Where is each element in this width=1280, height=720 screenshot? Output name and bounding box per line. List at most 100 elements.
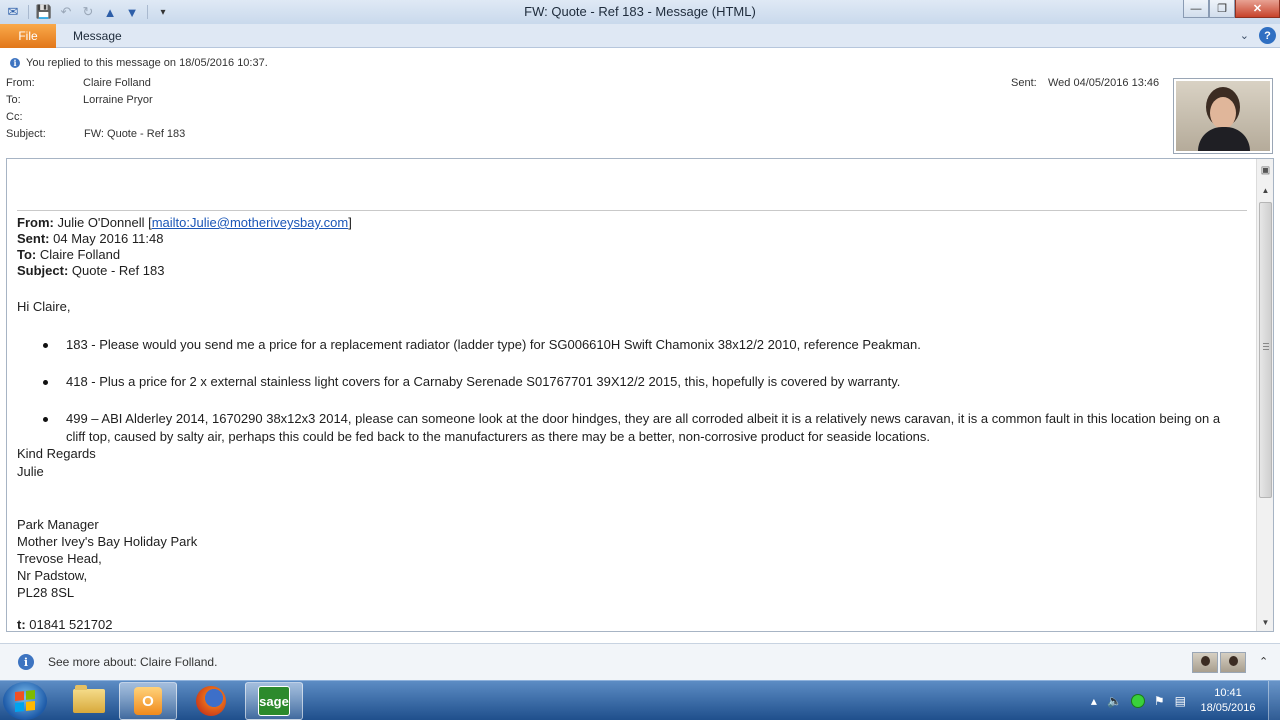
firefox-icon — [196, 686, 226, 716]
people-thumbnails — [1192, 652, 1246, 673]
taskbar-explorer[interactable] — [60, 682, 118, 720]
to-row: To: Lorraine Pryor — [6, 94, 153, 106]
expand-ribbon-icon[interactable]: ⌄ — [1240, 29, 1249, 42]
fwd-subject-label: Subject: — [17, 263, 69, 278]
fwd-from-close: ] — [348, 215, 352, 230]
tab-message[interactable]: Message — [73, 29, 122, 43]
customize-icon[interactable]: ▾ — [153, 2, 173, 22]
sage-icon: sage — [258, 686, 290, 716]
closing: Kind Regards Julie — [17, 445, 96, 481]
minimize-icon[interactable]: — — [1183, 0, 1209, 18]
avatar-body — [1198, 127, 1250, 151]
close-icon[interactable]: ✕ — [1235, 0, 1280, 18]
previous-item-icon[interactable]: ▲ — [100, 2, 120, 22]
taskbar-sage[interactable]: sage — [245, 682, 303, 720]
info-icon: i — [18, 654, 34, 670]
window-controls: — ❐ ✕ — [1183, 0, 1280, 18]
scroll-grip-icon — [1263, 343, 1269, 350]
fwd-subject-line: Subject: Quote - Ref 183 — [17, 263, 352, 279]
info-icon: i — [10, 58, 20, 68]
signature: Park Manager Mother Ivey's Bay Holiday P… — [17, 516, 197, 601]
subject-row: Subject: FW: Quote - Ref 183 — [6, 128, 185, 140]
people-pane-text[interactable]: See more about: Claire Folland. — [48, 655, 217, 669]
start-button[interactable] — [3, 682, 47, 720]
fwd-sent-line: Sent: 04 May 2016 11:48 — [17, 231, 352, 247]
toolbar-divider — [28, 5, 29, 19]
sent-row: Sent: Wed 04/05/2016 13:46 — [1011, 77, 1159, 89]
to-label: To: — [6, 94, 21, 106]
clock[interactable]: 10:41 18/05/2016 — [1196, 686, 1260, 716]
system-tray: ▴ 🔈 ⚑ ▤ 10:41 18/05/2016 — [1091, 681, 1280, 720]
expand-people-pane-icon[interactable]: ⌃ — [1259, 655, 1268, 668]
help-icon[interactable]: ? — [1259, 27, 1276, 44]
fwd-sent-label: Sent: — [17, 231, 50, 246]
fwd-to-line: To: Claire Folland — [17, 247, 352, 263]
fwd-from-name: Julie O'Donnell [ — [57, 215, 152, 230]
network-icon[interactable]: ▤ — [1175, 694, 1186, 708]
outlook-icon: O — [134, 687, 162, 715]
list-item: 183 - Please would you send me a price f… — [17, 336, 1237, 354]
fwd-from-line: From: Julie O'Donnell [mailto:Julie@moth… — [17, 215, 352, 231]
show-desktop-button[interactable] — [1268, 681, 1280, 720]
taskbar-firefox[interactable] — [182, 682, 240, 720]
infobar-text: You replied to this message on 18/05/201… — [26, 57, 268, 69]
scroll-up-icon[interactable]: ▲ — [1258, 183, 1273, 198]
signature-line: Mother Ivey's Bay Holiday Park — [17, 534, 198, 549]
taskbar-outlook[interactable]: O — [119, 682, 177, 720]
fwd-to-value: Claire Folland — [39, 247, 121, 262]
title-bar: ✉ 💾 ↶ ↻ ▲ ▼ ▾ FW: Quote - Ref 183 - Mess… — [0, 0, 1280, 24]
vertical-scrollbar[interactable]: ▣ ▲ ▼ — [1256, 159, 1273, 631]
redo-icon[interactable]: ↻ — [78, 2, 98, 22]
signature-phone: t: 01841 521702 — [17, 617, 112, 632]
greeting: Hi Claire, — [17, 299, 71, 314]
toolbar-divider — [147, 5, 148, 19]
from-label: From: — [6, 77, 35, 89]
message-body[interactable]: From: Julie O'Donnell [mailto:Julie@moth… — [6, 158, 1274, 632]
fwd-subject-value: Quote - Ref 183 — [71, 263, 165, 278]
restore-icon[interactable]: ❐ — [1209, 0, 1235, 18]
save-icon[interactable]: 💾 — [34, 2, 54, 22]
signature-line: Nr Padstow, — [17, 568, 88, 583]
ribbon: File Message ⌄ ? — [0, 24, 1280, 48]
phone-label: t: — [17, 617, 26, 632]
windows-explorer-icon — [73, 685, 105, 713]
taskbar: O sage ▴ 🔈 ⚑ ▤ 10:41 18/05/2016 — [0, 680, 1280, 720]
from-value[interactable]: Claire Folland — [83, 77, 151, 89]
scroll-down-icon[interactable]: ▼ — [1258, 615, 1273, 630]
sender-photo[interactable] — [1173, 78, 1273, 154]
to-value[interactable]: Lorraine Pryor — [83, 94, 153, 106]
undo-icon[interactable]: ↶ — [56, 2, 76, 22]
action-center-flag-icon[interactable]: ⚑ — [1154, 694, 1165, 708]
volume-muted-icon[interactable]: 🔈 — [1107, 694, 1122, 708]
fwd-to-label: To: — [17, 247, 37, 262]
fwd-sent-value: 04 May 2016 11:48 — [53, 231, 164, 246]
outlook-envelope-icon[interactable]: ✉ — [3, 2, 23, 22]
avatar[interactable] — [1192, 652, 1218, 673]
zoom-icon[interactable]: ▣ — [1259, 164, 1272, 177]
avatar[interactable] — [1220, 652, 1246, 673]
fwd-from-label: From: — [17, 215, 54, 230]
clock-date: 18/05/2016 — [1200, 702, 1256, 714]
from-row: From: Claire Folland — [6, 77, 151, 89]
avatar-head — [1210, 97, 1236, 129]
forward-divider — [17, 210, 1247, 211]
tab-file[interactable]: File — [0, 24, 56, 48]
message-header: i You replied to this message on 18/05/2… — [0, 49, 1280, 157]
signature-line: Trevose Head, — [17, 551, 102, 566]
closing-name: Julie — [17, 464, 44, 479]
sent-label: Sent: — [1011, 77, 1037, 89]
cc-label: Cc: — [6, 111, 23, 123]
windows-logo-icon — [15, 689, 35, 713]
status-indicator-icon[interactable] — [1131, 695, 1144, 707]
subject-label: Subject: — [6, 128, 46, 140]
window-title: FW: Quote - Ref 183 - Message (HTML) — [524, 4, 756, 19]
closing-regards: Kind Regards — [17, 446, 96, 461]
fwd-mailto-link[interactable]: mailto:Julie@motheriveysbay.com — [152, 215, 348, 230]
infobar[interactable]: i You replied to this message on 18/05/2… — [10, 57, 268, 69]
scroll-thumb[interactable] — [1259, 202, 1272, 498]
next-item-icon[interactable]: ▼ — [122, 2, 142, 22]
signature-line: Park Manager — [17, 517, 99, 532]
forwarded-header: From: Julie O'Donnell [mailto:Julie@moth… — [17, 215, 352, 279]
show-hidden-icons-icon[interactable]: ▴ — [1091, 694, 1097, 708]
list-item: 499 – ABI Alderley 2014, 1670290 38x12x3… — [17, 410, 1237, 446]
